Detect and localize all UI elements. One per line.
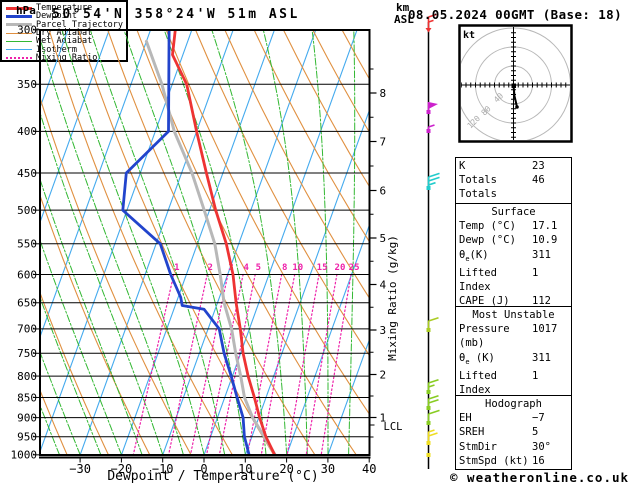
panel-row-value: 1017 [532, 323, 558, 336]
pressure-tick-label: 850 [17, 391, 37, 404]
temp-tick-label: 40 [362, 462, 376, 476]
panel-row: Pressure (mb) 1017 [459, 322, 568, 350]
mixing-ratio-value: 5 [256, 263, 261, 273]
panel-row-label: Totals Totals [459, 174, 497, 201]
mixing-ratio-value: 4 [243, 263, 249, 273]
wind-barb-column [425, 13, 440, 469]
pressure-tick-label: 350 [17, 78, 37, 91]
panel-row-label: K [459, 160, 466, 172]
panel-box-4: Hodograph EH −7 SREH 5 StmDir 30° StmSpd (kt) 16 [455, 395, 572, 471]
mixing-ratio-value: 15 [317, 263, 328, 273]
panel-row-value: 23 [532, 160, 545, 172]
panel-row: StmDir 30° [459, 440, 568, 454]
panel-row-value: 10.9 [532, 234, 558, 247]
panel-section-title: Hodograph [485, 398, 542, 410]
mixing-ratio-value: 2 [208, 263, 213, 273]
station-title: 50°54'N 358°24'W 51m ASL [52, 7, 300, 22]
panel-row-value: 17.1 [532, 220, 558, 233]
panel-row: Lifted Index 1 [459, 369, 568, 397]
pressure-tick-label: 1000 [11, 449, 38, 462]
temp-tick-label: −30 [69, 462, 91, 476]
copyright: © weatheronline.co.uk [450, 470, 629, 485]
pressure-tick-label: 800 [17, 370, 37, 383]
lcl-label: LCL [384, 421, 403, 433]
km-tick-label: 7 [380, 136, 387, 149]
pressure-tick-label: 300 [17, 24, 37, 37]
sounding-screenshot: 1 2 3 4 5 8 10 15 20 25 300 350 400 450 500 550 600 650 70… [0, 0, 629, 486]
panel-row: Temp (°C) 17.1 [459, 219, 568, 233]
panel-row-value: −7 [532, 412, 545, 425]
panel-row-label: SREH [459, 426, 485, 439]
panel-row: Totals Totals 46 [459, 173, 568, 201]
pressure-unit-label: hPa [16, 4, 36, 17]
panel-section-title: Surface [491, 206, 536, 218]
panel-row-value: 16 [532, 454, 545, 467]
hodograph-unit-label: kt [463, 30, 475, 41]
panel-row-label: Lifted Index [459, 369, 497, 397]
mixing-ratio-axis-title: Mixing Ratio (g/kg) [386, 235, 399, 361]
mixing-ratio-value: 1 [174, 263, 179, 273]
panel-row-value: 1 [532, 266, 539, 279]
panel-row-value: 311 [532, 351, 551, 364]
panel-row-label: Pressure (mb) [459, 323, 510, 350]
pressure-tick-label: 700 [17, 323, 37, 336]
pressure-tick-label: 450 [17, 167, 37, 180]
panel-row-label: StmDir [459, 440, 497, 453]
panel-row-label: Lifted Index [459, 266, 497, 294]
panel-row-label: Temp (°C) [459, 220, 516, 233]
pressure-tick-label: 600 [17, 268, 37, 281]
pressure-tick-label: 950 [17, 431, 37, 444]
panel-row-label: θe(K) [459, 248, 489, 263]
panel-row-label: θe (K) [459, 351, 495, 366]
panel-row-value: 5 [532, 426, 539, 439]
km-tick-label: 2 [380, 369, 387, 382]
run-datetime: 08.05.2024 00GMT (Base: 18) [408, 7, 622, 22]
temp-tick-label: 30 [321, 462, 335, 476]
pressure-tick-label: 550 [17, 238, 37, 251]
mixing-ratio-value: 20 [335, 263, 346, 273]
panel-row-value: 1 [532, 369, 539, 382]
mixing-ratio-value: 25 [349, 263, 360, 273]
panel-row: Lifted Index 1 [459, 266, 568, 294]
pressure-tick-label: 500 [17, 204, 37, 217]
pressure-tick-label: 750 [17, 347, 37, 360]
pressure-tick-label: 400 [17, 125, 37, 138]
km-tick-label: 8 [380, 87, 387, 100]
panel-row-label: StmSpd (kt) [459, 454, 529, 467]
pressure-tick-label: 650 [17, 297, 37, 310]
panel-row: K 23 [459, 159, 568, 173]
km-tick-label: 6 [380, 185, 387, 198]
panel-row: Dewp (°C) 10.9 [459, 233, 568, 247]
panel-row-value: 311 [532, 248, 551, 261]
x-axis-title: Dewpoint / Temperature (°C) [107, 469, 318, 484]
panel-section-title: Most Unstable [472, 309, 555, 321]
mixing-ratio-value: 8 [282, 263, 287, 273]
panel-row: θe (K) 311 [459, 351, 568, 369]
panel-row-label: Dewp (°C) [459, 234, 516, 247]
panel-row: SREH 5 [459, 425, 568, 439]
pressure-tick-label: 900 [17, 411, 37, 424]
plot-frame [39, 29, 371, 456]
panel-row: StmSpd (kt) 16 [459, 454, 568, 468]
panel-row: EH −7 [459, 411, 568, 425]
panel-row: θe(K) 311 [459, 248, 568, 266]
panel-row-value: 30° [532, 440, 551, 453]
panel-row-label: EH [459, 412, 472, 425]
hodograph: 4080120kt [458, 24, 573, 143]
panel-row-value: 46 [532, 174, 545, 187]
mixing-ratio-value: 10 [292, 263, 303, 273]
